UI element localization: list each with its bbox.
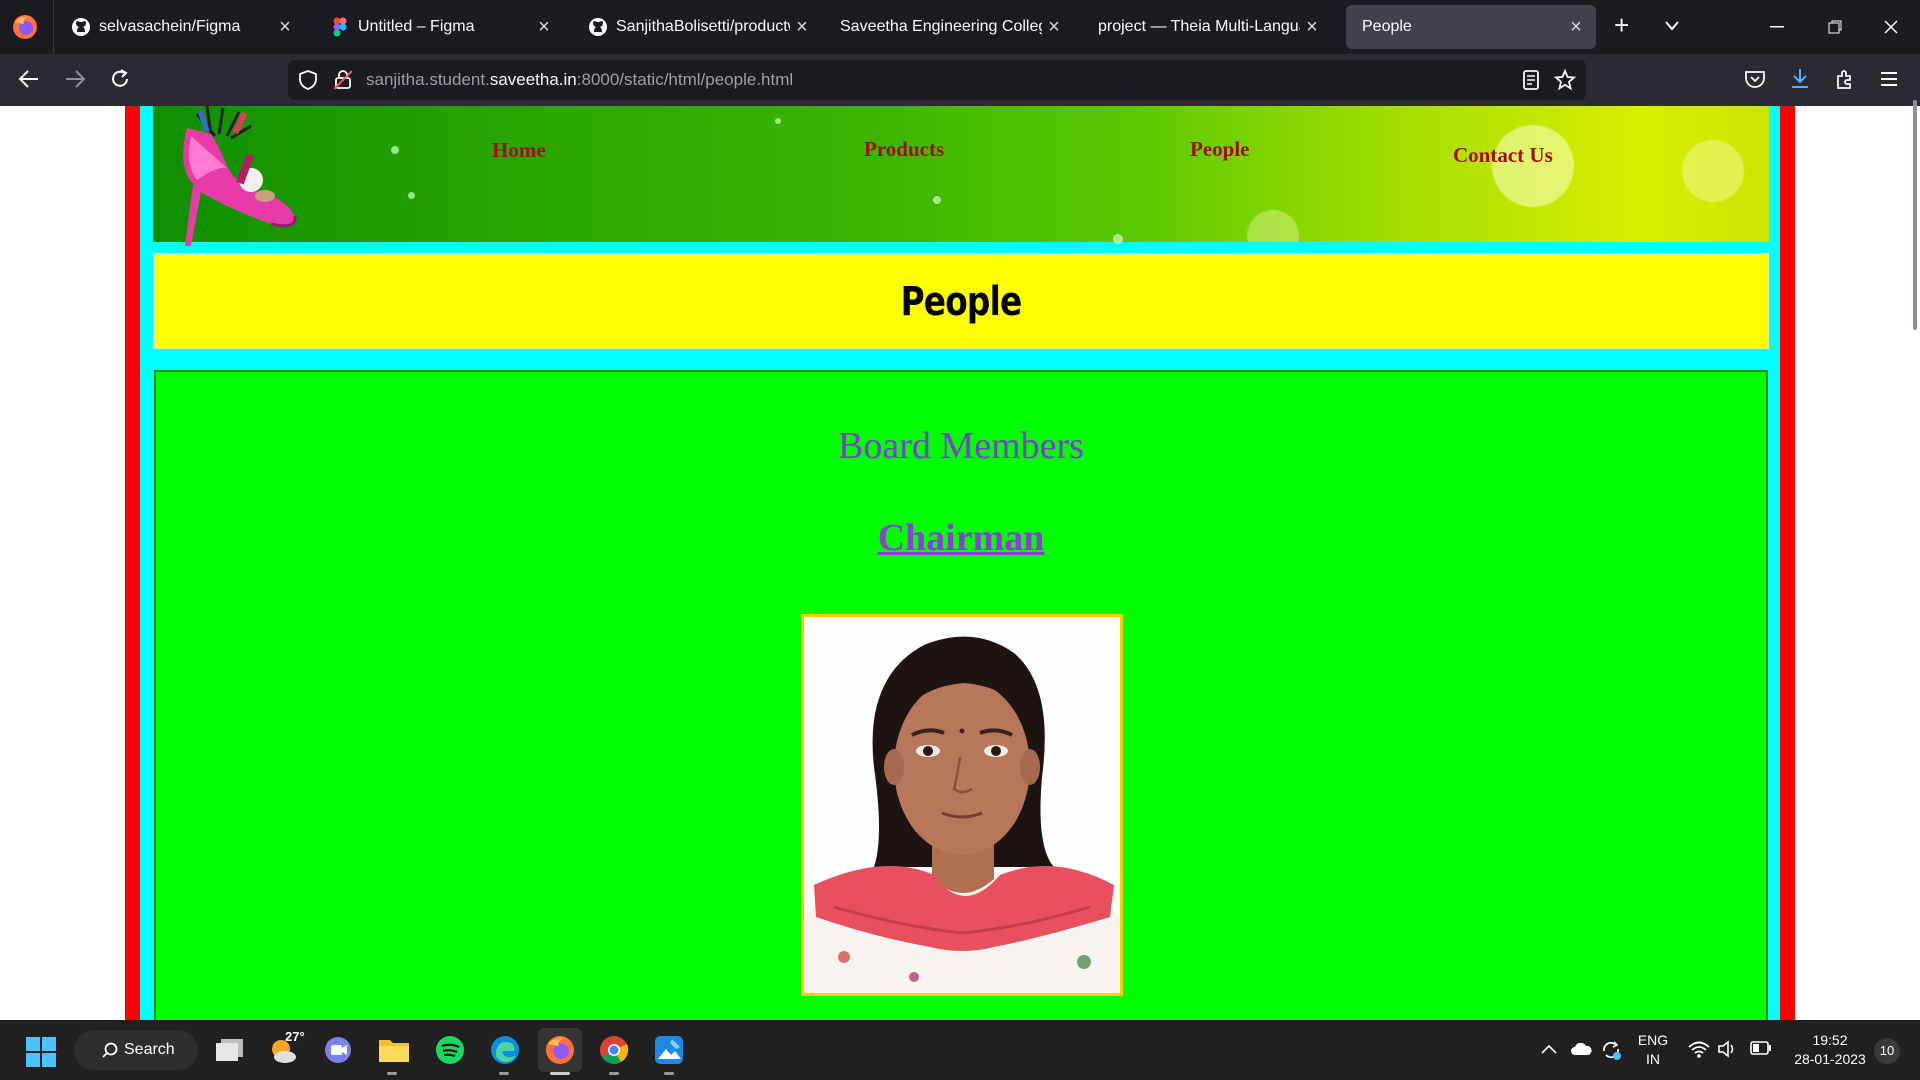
tab-saveetha[interactable]: Saveetha Engineering College × — [824, 5, 1074, 49]
tab-people[interactable]: People × — [1346, 5, 1596, 49]
photo-editor-icon[interactable] — [651, 1032, 687, 1068]
restore-icon[interactable] — [1828, 20, 1842, 34]
pocket-icon[interactable] — [1744, 69, 1766, 89]
chrome-icon[interactable] — [596, 1032, 632, 1068]
github-icon — [588, 17, 608, 37]
insecure-lock-icon[interactable] — [334, 70, 352, 90]
region-code: IN — [1646, 1051, 1660, 1067]
close-icon[interactable]: × — [273, 16, 297, 39]
tab-title: project — Theia Multi-Language — [1098, 18, 1300, 35]
header-banner: Home Products People Contact Us — [153, 106, 1769, 246]
downloads-icon[interactable] — [1789, 67, 1811, 91]
bokeh-dot — [775, 118, 781, 124]
nav-link-contact-us[interactable]: Contact Us — [1453, 143, 1553, 168]
close-window-icon[interactable] — [1884, 20, 1898, 34]
bokeh-dot — [1113, 234, 1123, 244]
browser-nav-bar: sanjitha.student.saveetha.in:8000/static… — [0, 54, 1920, 106]
portrait-image — [804, 617, 1120, 993]
page-scrollbar[interactable] — [1913, 100, 1917, 330]
forward-icon[interactable] — [64, 69, 86, 89]
shield-icon[interactable] — [298, 70, 318, 90]
spotify-icon[interactable] — [432, 1032, 468, 1068]
url-text[interactable]: sanjitha.student.saveetha.in:8000/static… — [366, 70, 793, 90]
bookmark-star-icon[interactable] — [1554, 69, 1576, 91]
url-bar[interactable]: sanjitha.student.saveetha.in:8000/static… — [288, 60, 1586, 100]
reader-view-icon[interactable] — [1522, 70, 1540, 90]
nav-link-home[interactable]: Home — [492, 138, 546, 163]
close-icon[interactable]: × — [1300, 16, 1324, 39]
tab-title: SanjithaBolisetti/productwe — [616, 18, 790, 35]
figma-icon — [330, 17, 350, 37]
running-indicator-active — [550, 1072, 570, 1075]
list-tabs-icon[interactable] — [1664, 19, 1680, 33]
new-tab-icon[interactable]: + — [1614, 10, 1629, 41]
tab-title: People — [1362, 18, 1412, 35]
url-prefix: sanjitha.student. — [366, 70, 490, 89]
url-path: :8000/static/html/people.html — [576, 70, 794, 89]
tab-productweb-repo[interactable]: SanjithaBolisetti/productwe × — [572, 5, 822, 49]
chairman-photo — [801, 614, 1123, 996]
close-icon[interactable]: × — [790, 16, 814, 39]
tab-figma-repo[interactable]: selvasachein/Figma × — [55, 5, 305, 49]
task-view-icon[interactable] — [212, 1032, 248, 1068]
close-icon[interactable]: × — [1042, 16, 1066, 39]
chevron-up-icon[interactable] — [1541, 1044, 1557, 1054]
url-host: saveetha.in — [489, 70, 577, 89]
nav-link-people[interactable]: People — [1190, 137, 1249, 162]
tab-title: selvasachein/Figma — [99, 18, 241, 35]
notification-count-badge[interactable]: 10 — [1874, 1038, 1900, 1064]
tab-title: Saveetha Engineering College — [840, 18, 1042, 35]
close-icon[interactable]: × — [1564, 16, 1588, 39]
board-members-section: Board Members Chairman — [154, 370, 1768, 1020]
wifi-icon[interactable] — [1688, 1040, 1710, 1058]
sync-icon[interactable] — [1600, 1039, 1622, 1061]
taskbar-search[interactable]: Search — [74, 1030, 198, 1070]
close-icon[interactable]: × — [532, 16, 556, 39]
nav-link-products[interactable]: Products — [864, 137, 944, 162]
bokeh-dot — [408, 192, 415, 199]
reload-icon[interactable] — [109, 68, 131, 90]
bokeh-dot — [933, 196, 941, 204]
menu-icon[interactable] — [1880, 71, 1898, 87]
web-page: Home Products People Contact Us People B… — [0, 106, 1920, 1020]
weather-temp: 27° — [285, 1029, 305, 1044]
browser-tab-strip: selvasachein/Figma × Untitled – Figma × … — [0, 0, 1920, 54]
windows-taskbar: Search 27° ENG IN 19:52 28-01-2023 10 — [0, 1020, 1920, 1080]
tab-figma[interactable]: Untitled – Figma × — [314, 5, 564, 49]
search-icon — [102, 1042, 118, 1058]
back-icon[interactable] — [18, 69, 40, 89]
page-title: People — [900, 279, 1023, 325]
bokeh-dot — [391, 146, 399, 154]
tab-title: Untitled – Figma — [358, 18, 475, 35]
search-label: Search — [124, 1041, 175, 1058]
edge-icon[interactable] — [487, 1032, 523, 1068]
clock-date: 28-01-2023 — [1794, 1051, 1866, 1067]
clock[interactable]: 19:52 28-01-2023 — [1785, 1031, 1875, 1069]
clock-time: 19:52 — [1812, 1032, 1848, 1048]
section-heading: Board Members — [838, 425, 1084, 467]
onedrive-cloud-icon[interactable] — [1570, 1041, 1592, 1057]
firefox-taskbar-icon[interactable] — [538, 1028, 582, 1072]
running-indicator — [499, 1072, 509, 1075]
language-indicator[interactable]: ENG IN — [1633, 1031, 1673, 1069]
running-indicator — [609, 1072, 619, 1075]
battery-icon[interactable] — [1750, 1041, 1772, 1055]
windows-start-icon[interactable] — [26, 1037, 56, 1067]
page-title-box: People — [153, 253, 1769, 349]
minimize-icon[interactable] — [1770, 26, 1784, 28]
chairman-heading: Chairman — [877, 517, 1045, 559]
file-explorer-icon[interactable] — [376, 1032, 412, 1068]
extensions-icon[interactable] — [1834, 68, 1856, 90]
running-indicator — [387, 1072, 397, 1075]
firefox-icon[interactable] — [12, 14, 38, 40]
shoe-logo-image — [183, 106, 297, 246]
language-code: ENG — [1637, 1032, 1669, 1048]
teams-chat-icon[interactable] — [320, 1032, 356, 1068]
github-icon — [71, 17, 91, 37]
volume-icon[interactable] — [1717, 1040, 1739, 1058]
tab-theia[interactable]: project — Theia Multi-Language × — [1082, 5, 1332, 49]
tab-separator — [53, 0, 54, 54]
running-indicator — [664, 1072, 674, 1075]
